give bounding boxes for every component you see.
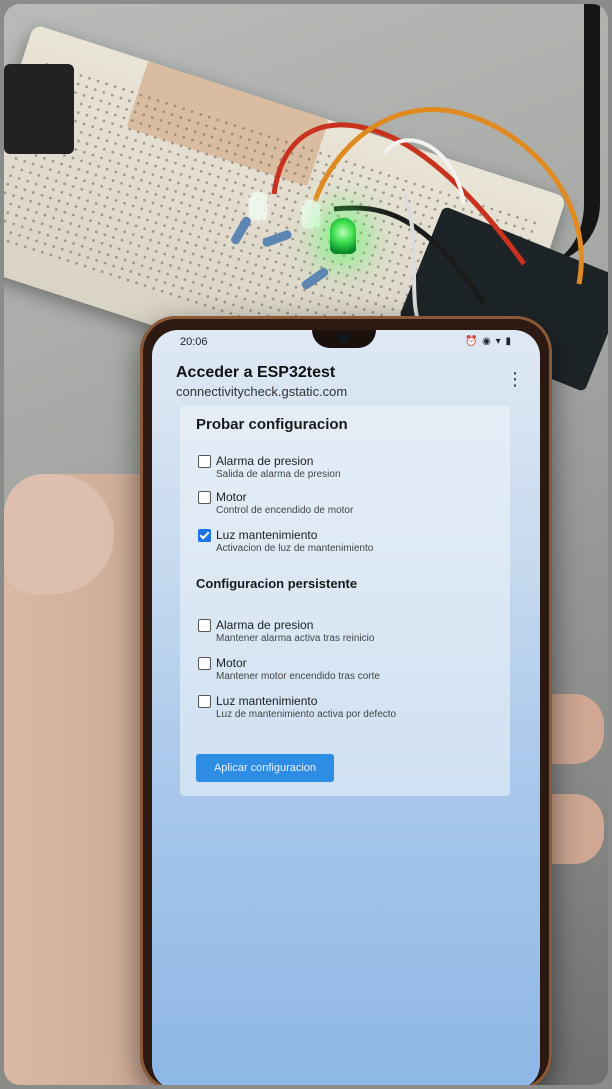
- option-desc: Mantener alarma activa tras reinicio: [216, 633, 375, 644]
- status-icons: ⏰ ◉ ▾ ▮: [464, 336, 512, 347]
- option-label: Motor: [216, 656, 247, 670]
- option-desc: Control de encendido de motor: [216, 505, 354, 516]
- option-label: Luz mantenimiento: [216, 528, 318, 542]
- phone-screen: 20:06 ⏰ ◉ ▾ ▮ Acceder a ESP32test connec…: [152, 330, 540, 1085]
- status-time: 20:06: [180, 336, 208, 348]
- test-section-title: Probar configuracion: [196, 416, 348, 433]
- checkbox-persistent-light[interactable]: [198, 695, 211, 708]
- checkbox-test-alarm[interactable]: [198, 455, 211, 468]
- checkbox-persistent-alarm[interactable]: [198, 619, 211, 632]
- green-led: [330, 218, 356, 254]
- page-title: Acceder a ESP32test: [176, 364, 336, 381]
- more-menu-icon[interactable]: ⋮: [506, 368, 524, 390]
- checkbox-test-light[interactable]: [198, 529, 211, 542]
- led-clear-1: [249, 192, 267, 220]
- option-label: Alarma de presion: [216, 618, 314, 632]
- photo-frame: 20:06 ⏰ ◉ ▾ ▮ Acceder a ESP32test connec…: [4, 4, 608, 1085]
- app-bar: Acceder a ESP32test connectivitycheck.gs…: [152, 354, 540, 410]
- status-bar: 20:06 ⏰ ◉ ▾ ▮: [152, 330, 540, 352]
- checkbox-persistent-motor[interactable]: [198, 657, 211, 670]
- option-label: Motor: [216, 490, 247, 504]
- led-clear-2: [302, 200, 320, 228]
- apply-config-button[interactable]: Aplicar configuracion: [196, 754, 334, 782]
- phone: 20:06 ⏰ ◉ ▾ ▮ Acceder a ESP32test connec…: [140, 316, 552, 1085]
- page-url: connectivitycheck.gstatic.com: [176, 384, 348, 399]
- persistent-section-title: Configuracion persistente: [196, 576, 358, 591]
- option-desc: Luz de mantenimiento activa por defecto: [216, 709, 397, 720]
- config-card: Probar configuracion Alarma de presion S…: [180, 406, 510, 796]
- option-desc: Activacion de luz de mantenimiento: [216, 543, 374, 554]
- option-desc: Salida de alarma de presion: [216, 469, 341, 480]
- checkbox-test-motor[interactable]: [198, 491, 211, 504]
- option-desc: Mantener motor encendido tras corte: [216, 671, 380, 682]
- option-label: Alarma de presion: [216, 454, 314, 468]
- option-label: Luz mantenimiento: [216, 694, 318, 708]
